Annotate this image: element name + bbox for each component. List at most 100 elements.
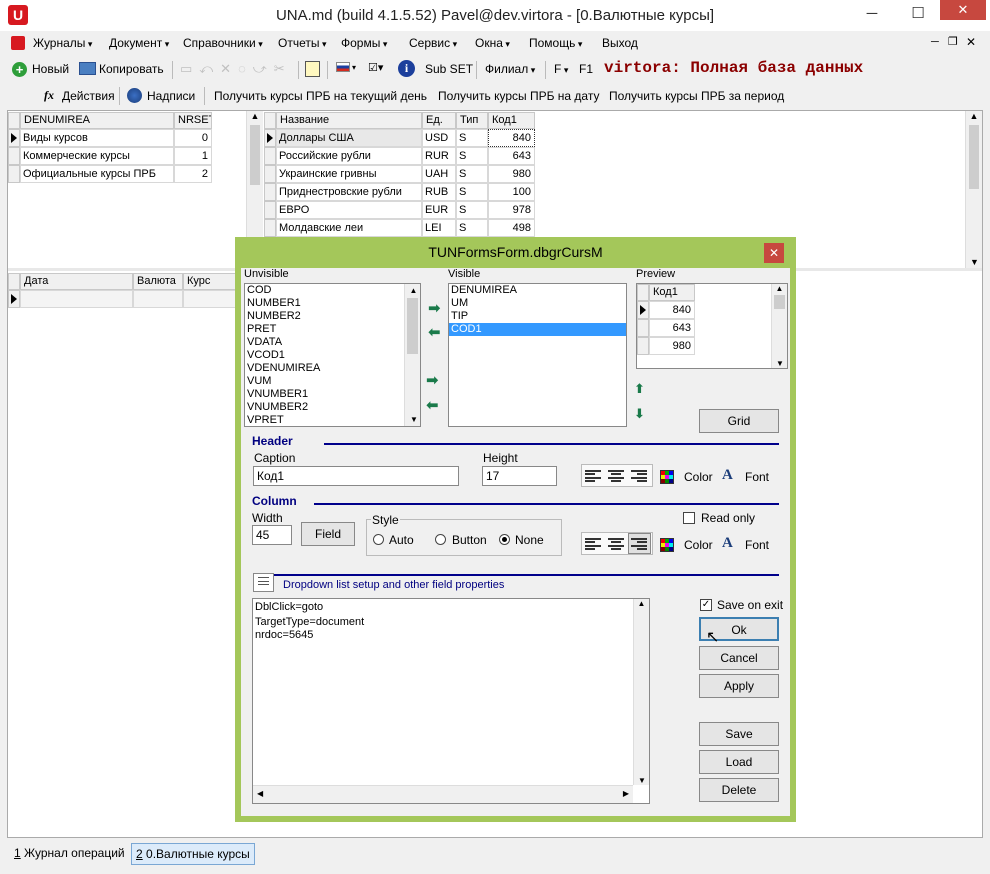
flag-icon[interactable] (336, 62, 350, 72)
table-cell[interactable]: S (456, 219, 488, 237)
column-header[interactable]: Валюта (133, 273, 183, 290)
column-color-button[interactable]: Color (684, 538, 713, 552)
table-cell[interactable]: RUB (422, 183, 456, 201)
move-right-icon[interactable]: ➡ (428, 299, 441, 317)
column-font-button[interactable]: Font (745, 538, 769, 552)
calc-icon[interactable] (305, 61, 320, 77)
menu-forms[interactable]: Формы (341, 36, 387, 50)
mdi-close-icon[interactable]: ✕ (966, 35, 976, 49)
menu-reports[interactable]: Отчеты (278, 36, 327, 50)
list-item[interactable]: NUMBER2 (245, 310, 420, 323)
column-header[interactable]: DENUMIREA (20, 112, 174, 129)
style-none-label[interactable]: None (515, 533, 544, 547)
get-rates-today-button[interactable]: Получить курсы ПРБ на текущий день (214, 89, 427, 103)
align-left-icon[interactable] (585, 537, 601, 551)
f-dropdown[interactable]: F (554, 62, 568, 76)
column-header[interactable]: Название (276, 112, 422, 129)
table-cell[interactable]: Украинские гривны (276, 165, 422, 183)
table-cell[interactable]: Приднестровские рубли (276, 183, 422, 201)
table-cell[interactable]: LEI (422, 219, 456, 237)
style-auto-label[interactable]: Auto (389, 533, 414, 547)
list-item-selected[interactable]: COD1 (449, 323, 626, 336)
subset-button[interactable]: Sub SET (425, 62, 473, 76)
table-cell[interactable]: EUR (422, 201, 456, 219)
mdi-minimize-icon[interactable]: ─ (931, 36, 939, 48)
caption-input[interactable]: Код1 (253, 466, 459, 486)
actions-button[interactable]: Действия (62, 89, 115, 103)
preview-grid[interactable]: Код1 840 643 980 ▲ ▼ (636, 283, 788, 369)
column-header[interactable]: Ед. (422, 112, 456, 129)
table-cell[interactable]: 1 (174, 147, 212, 165)
header-color-icon[interactable] (660, 470, 674, 484)
copy-icon[interactable] (79, 62, 96, 75)
header-font-icon[interactable]: A (722, 467, 733, 484)
list-item[interactable]: DENUMIREA (449, 284, 626, 297)
delete-button[interactable]: Delete (699, 778, 779, 802)
table-cell[interactable]: 498 (488, 219, 535, 237)
list-item[interactable]: TIP (449, 310, 626, 323)
table-cell[interactable]: 980 (488, 165, 535, 183)
list-item[interactable]: VPRET (245, 414, 420, 426)
list-item[interactable]: NUMBER1 (245, 297, 420, 310)
list-item[interactable]: VDENUMIREA (245, 362, 420, 375)
width-input[interactable]: 45 (252, 525, 292, 545)
list-item[interactable]: COD (245, 284, 420, 297)
move-down-icon[interactable]: ⬇ (634, 406, 645, 422)
menu-references[interactable]: Справочники (183, 36, 263, 50)
readonly-label[interactable]: Read only (701, 511, 755, 525)
maximize-icon[interactable]: ☐ (895, 0, 941, 31)
flag-dropdown-icon[interactable]: ▾ (352, 63, 356, 72)
dialog-close-icon[interactable]: ✕ (764, 243, 784, 263)
captions-icon[interactable] (127, 88, 142, 103)
filial-dropdown[interactable]: Филиал (485, 62, 535, 76)
style-button-radio[interactable] (435, 534, 446, 545)
list-item[interactable]: VNUMBER2 (245, 401, 420, 414)
column-header[interactable]: Код1 (488, 112, 535, 129)
table-cell[interactable]: S (456, 147, 488, 165)
properties-memo[interactable]: DblClick=goto TargetType=document nrdoc=… (252, 598, 650, 804)
list-item[interactable]: VCOD1 (245, 349, 420, 362)
table-cell[interactable]: ЕВРО (276, 201, 422, 219)
notepad-icon[interactable] (253, 573, 274, 592)
vertical-scrollbar[interactable]: ▲ ▼ (771, 284, 787, 368)
save-on-exit-label[interactable]: Save on exit (717, 598, 783, 612)
align-left-icon[interactable] (585, 469, 601, 483)
table-cell[interactable]: Доллары США (276, 129, 422, 147)
list-item[interactable]: VNUMBER1 (245, 388, 420, 401)
style-button-label[interactable]: Button (452, 533, 487, 547)
copy-button[interactable]: Копировать (99, 62, 164, 76)
info-icon[interactable]: i (398, 60, 415, 77)
move-all-right-icon[interactable]: ➡ (426, 371, 439, 389)
checklist-icon[interactable]: ☑▾ (368, 61, 383, 74)
table-cell[interactable]: Молдавские леи (276, 219, 422, 237)
align-right-icon[interactable] (631, 469, 647, 483)
move-all-left-icon[interactable]: ⬅ (426, 396, 439, 414)
align-center-icon[interactable] (608, 537, 624, 551)
list-item[interactable]: VDATA (245, 336, 420, 349)
column-color-icon[interactable] (660, 538, 674, 552)
visible-fields-list[interactable]: DENUMIREA UM TIP COD1 (448, 283, 627, 427)
table-cell[interactable]: Российские рубли (276, 147, 422, 165)
header-color-button[interactable]: Color (684, 470, 713, 484)
column-header[interactable]: Тип (456, 112, 488, 129)
vertical-scrollbar[interactable]: ▲ ▼ (633, 599, 649, 785)
style-auto-radio[interactable] (373, 534, 384, 545)
menu-document[interactable]: Документ (109, 36, 169, 50)
rate-types-grid[interactable]: DENUMIREA NRSET Виды курсов 0 Коммерческ… (8, 111, 264, 268)
table-cell[interactable]: 840 (488, 129, 535, 147)
header-font-button[interactable]: Font (745, 470, 769, 484)
mdi-restore-icon[interactable]: ❐ (948, 35, 958, 48)
new-button[interactable]: Новый (32, 62, 69, 76)
new-icon[interactable]: + (12, 62, 27, 77)
table-cell[interactable]: Коммерческие курсы (20, 147, 174, 165)
menu-help[interactable]: Помощь (529, 36, 582, 50)
table-cell[interactable]: Официальные курсы ПРБ (20, 165, 174, 183)
captions-button[interactable]: Надписи (147, 89, 195, 103)
table-cell[interactable] (133, 290, 183, 308)
move-up-icon[interactable]: ⬆ (634, 381, 645, 397)
align-center-icon[interactable] (608, 469, 624, 483)
table-cell[interactable]: S (456, 183, 488, 201)
list-item[interactable]: PRET (245, 323, 420, 336)
preview-header[interactable]: Код1 (649, 284, 695, 301)
align-right-icon[interactable] (631, 537, 647, 551)
